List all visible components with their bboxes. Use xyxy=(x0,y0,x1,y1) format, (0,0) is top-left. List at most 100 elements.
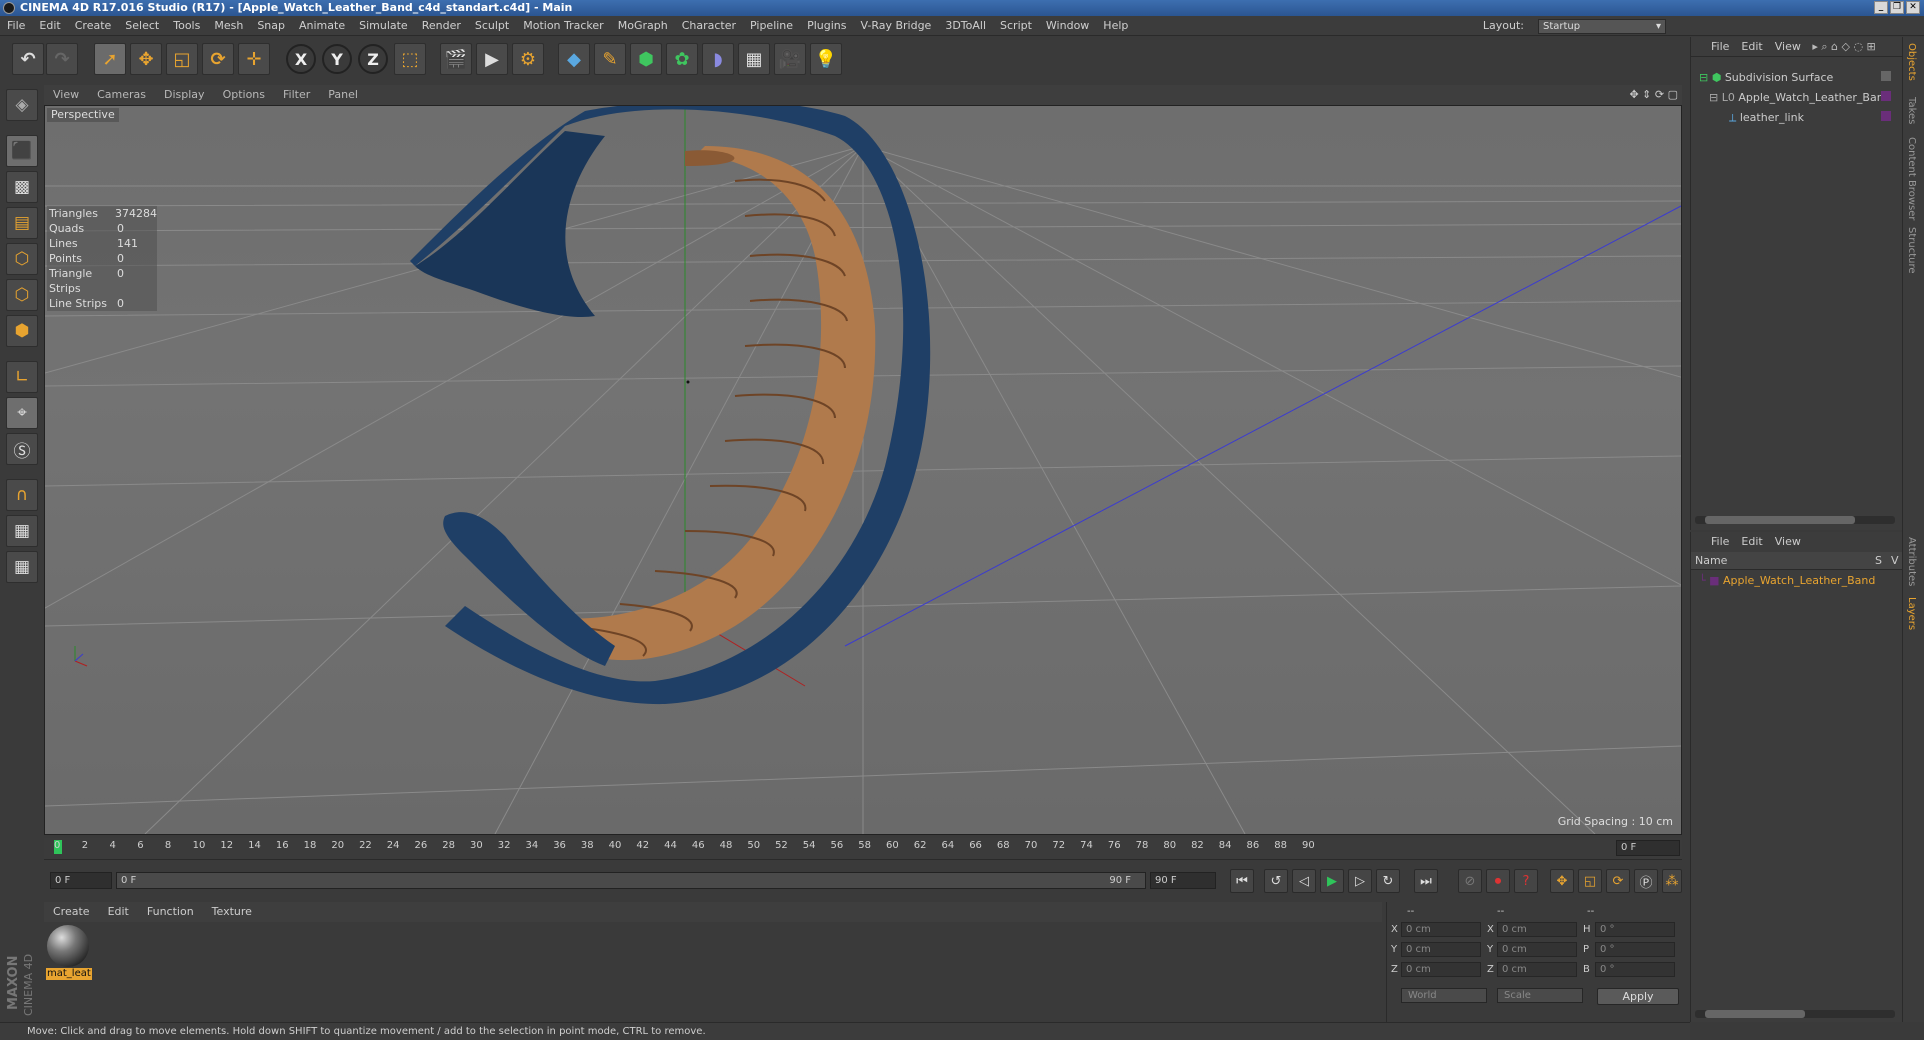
key-rotation-button[interactable]: ⟳ xyxy=(1606,869,1630,893)
workplane-lock-button[interactable]: ▦ xyxy=(6,515,38,547)
timeline-ruler[interactable]: 0 2 4 6 8 10 12 14 16 18 20 22 24 26 28 30 32 34 36 38 40 42 4… xyxy=(44,838,1682,860)
redo-button[interactable]: ↷ xyxy=(46,43,78,75)
render-settings-button[interactable]: ⚙ xyxy=(512,43,544,75)
key-pla-button[interactable]: ⁂ xyxy=(1662,869,1682,893)
y-axis-lock-button[interactable]: Y xyxy=(322,44,352,74)
x-axis-lock-button[interactable]: X xyxy=(286,44,316,74)
size-z-field[interactable]: 0 cm xyxy=(1497,962,1577,977)
layout-dropdown[interactable]: Startup ▾ xyxy=(1538,19,1666,34)
coordinate-space-dropdown[interactable]: World xyxy=(1401,988,1487,1003)
close-button[interactable]: ✕ xyxy=(1906,1,1920,14)
next-key-button[interactable]: ↻ xyxy=(1376,869,1400,893)
rot-h-field[interactable]: 0 ° xyxy=(1595,922,1675,937)
menu-vray-bridge[interactable]: V-Ray Bridge xyxy=(853,16,938,36)
menu-plugins[interactable]: Plugins xyxy=(800,16,853,36)
material-menu-edit[interactable]: Edit xyxy=(99,902,138,922)
texture-mode-button[interactable]: ▩ xyxy=(6,171,38,203)
add-deformer-button[interactable]: ◗ xyxy=(702,43,734,75)
viewport-nav-icons[interactable]: ✥ ⇕ ⟳ ▢ xyxy=(1629,85,1678,105)
tab-attributes[interactable]: Attributes xyxy=(1906,537,1917,586)
size-mode-dropdown[interactable]: Scale xyxy=(1497,988,1583,1003)
menu-character[interactable]: Character xyxy=(675,16,743,36)
material-menu-texture[interactable]: Texture xyxy=(203,902,261,922)
go-to-start-button[interactable]: ⏮ xyxy=(1230,869,1254,893)
rotate-tool-button[interactable]: ⟳ xyxy=(202,43,234,75)
add-array-button[interactable]: ✿ xyxy=(666,43,698,75)
go-to-end-button[interactable]: ⏭ xyxy=(1414,869,1438,893)
menu-create[interactable]: Create xyxy=(68,16,119,36)
visibility-toggle[interactable] xyxy=(1881,71,1891,81)
material-menu-create[interactable]: Create xyxy=(44,902,99,922)
viewport-menu-display[interactable]: Display xyxy=(155,85,214,105)
workplane-mode-button[interactable]: ▤ xyxy=(6,207,38,239)
current-frame-field[interactable]: 0 F xyxy=(1616,840,1680,856)
polygons-mode-button[interactable]: ⬢ xyxy=(6,315,38,347)
previous-frame-button[interactable]: ◁ xyxy=(1292,869,1316,893)
menu-help[interactable]: Help xyxy=(1096,16,1135,36)
tab-objects[interactable]: Objects xyxy=(1906,43,1917,81)
menu-render[interactable]: Render xyxy=(415,16,468,36)
undo-button[interactable]: ↶ xyxy=(12,43,44,75)
render-picture-viewer-button[interactable]: ▶ xyxy=(476,43,508,75)
next-frame-button[interactable]: ▷ xyxy=(1348,869,1372,893)
scale-tool-button[interactable]: ◱ xyxy=(166,43,198,75)
start-frame-field[interactable]: 0 F xyxy=(50,872,112,889)
menu-file[interactable]: File xyxy=(0,16,32,36)
edges-mode-button[interactable]: ⬡ xyxy=(6,279,38,311)
objects-menu-file[interactable]: File xyxy=(1705,37,1735,57)
tab-layers[interactable]: Layers xyxy=(1906,597,1917,630)
minimize-button[interactable]: _ xyxy=(1874,1,1888,14)
layer-color-swatch[interactable] xyxy=(1881,91,1891,101)
pos-y-field[interactable]: 0 cm xyxy=(1401,942,1481,957)
material-preview-swatch[interactable] xyxy=(47,925,89,967)
rot-b-field[interactable]: 0 ° xyxy=(1595,962,1675,977)
objects-menu-view[interactable]: View xyxy=(1769,37,1807,57)
play-button[interactable]: ▶ xyxy=(1320,869,1344,893)
rot-p-field[interactable]: 0 ° xyxy=(1595,942,1675,957)
add-floor-button[interactable]: ▦ xyxy=(738,43,770,75)
menu-tools[interactable]: Tools xyxy=(166,16,207,36)
tab-structure[interactable]: Structure xyxy=(1906,227,1917,274)
tab-content-browser[interactable]: Content Browser xyxy=(1906,137,1917,220)
layers-menu-file[interactable]: File xyxy=(1705,532,1735,552)
layers-menu-edit[interactable]: Edit xyxy=(1735,532,1768,552)
key-parameter-button[interactable]: Ⓟ xyxy=(1634,869,1658,893)
menu-simulate[interactable]: Simulate xyxy=(352,16,415,36)
material-name[interactable]: mat_leat xyxy=(46,968,92,980)
objects-menu-edit[interactable]: Edit xyxy=(1735,37,1768,57)
menu-motion-tracker[interactable]: Motion Tracker xyxy=(516,16,610,36)
scrollbar-thumb[interactable] xyxy=(1705,1010,1805,1018)
menu-edit[interactable]: Edit xyxy=(32,16,67,36)
menu-pipeline[interactable]: Pipeline xyxy=(743,16,800,36)
model-mode-button[interactable]: ⬛ xyxy=(6,135,38,167)
object-row-leather-link[interactable]: ⟂ leather_link xyxy=(1729,109,1804,127)
object-row-apple-watch-leather-band[interactable]: ⊟ L0 Apple_Watch_Leather_Band xyxy=(1709,89,1891,107)
key-scale-button[interactable]: ◱ xyxy=(1578,869,1602,893)
menu-sculpt[interactable]: Sculpt xyxy=(468,16,516,36)
add-spline-pen-button[interactable]: ✎ xyxy=(594,43,626,75)
menu-animate[interactable]: Animate xyxy=(292,16,352,36)
previous-key-button[interactable]: ↺ xyxy=(1264,869,1288,893)
layers-menu-view[interactable]: View xyxy=(1769,532,1807,552)
render-view-button[interactable]: 🎬 xyxy=(440,43,472,75)
camera-label[interactable]: Perspective xyxy=(47,108,119,122)
end-frame-field[interactable]: 90 F xyxy=(1150,872,1216,889)
menu-script[interactable]: Script xyxy=(993,16,1039,36)
menu-select[interactable]: Select xyxy=(118,16,166,36)
make-editable-button[interactable]: ◈ xyxy=(6,89,38,121)
object-manager-scrollbar[interactable] xyxy=(1695,516,1895,524)
add-light-button[interactable]: 💡 xyxy=(810,43,842,75)
objects-toolbar-icons[interactable]: ▸ ⌕ ⌂ ◇ ◌ ⊞ xyxy=(1810,37,1877,57)
scrollbar-thumb[interactable] xyxy=(1705,516,1855,524)
solo-mode-button[interactable]: Ⓢ xyxy=(6,433,38,465)
layer-color-swatch[interactable] xyxy=(1881,111,1891,121)
record-active-objects-button[interactable]: ⏺ xyxy=(1486,869,1510,893)
move-tool-button[interactable]: ✥ xyxy=(130,43,162,75)
pos-z-field[interactable]: 0 cm xyxy=(1401,962,1481,977)
tweak-mode-button[interactable]: ⌖ xyxy=(6,397,38,429)
add-subdivision-surface-button[interactable]: ⬢ xyxy=(630,43,662,75)
autokeying-button[interactable]: ? xyxy=(1514,869,1538,893)
viewport-menu-options[interactable]: Options xyxy=(214,85,274,105)
autokey-toggle[interactable]: ⊘ xyxy=(1458,869,1482,893)
menu-mograph[interactable]: MoGraph xyxy=(611,16,675,36)
